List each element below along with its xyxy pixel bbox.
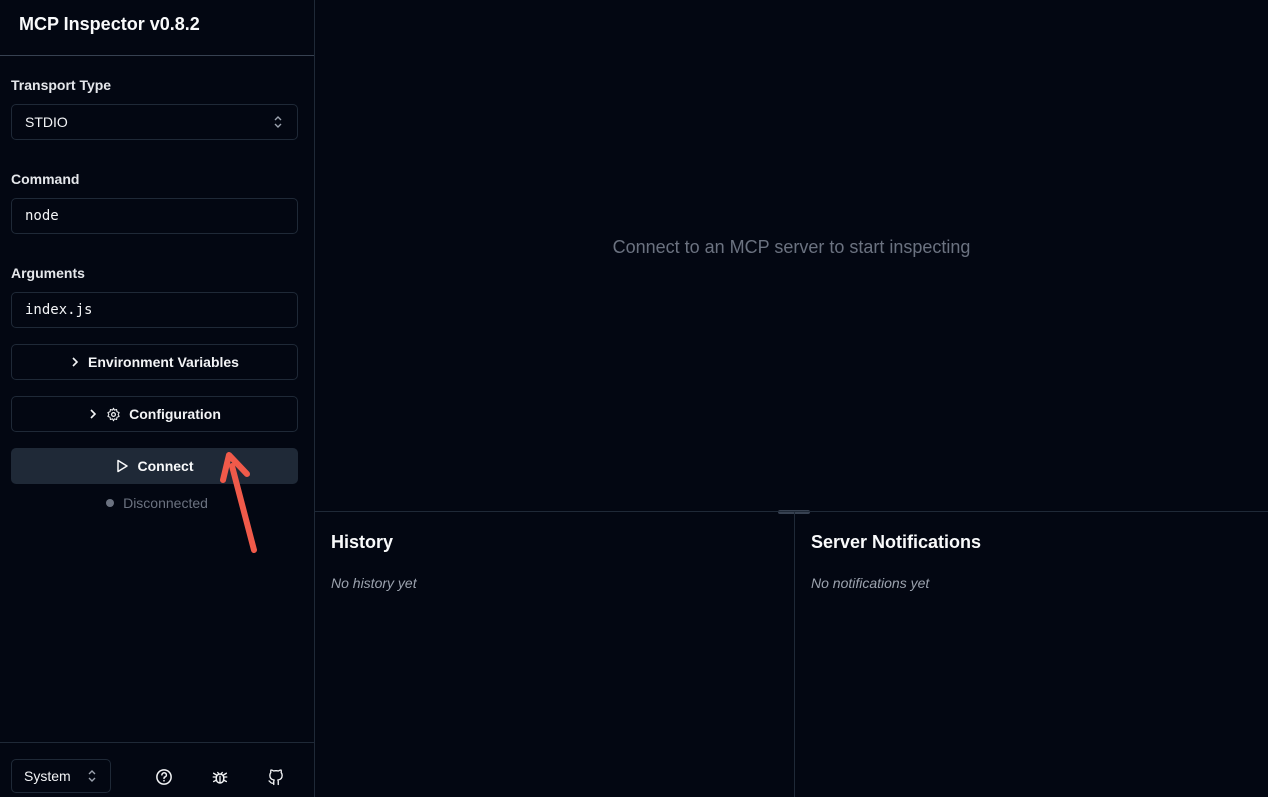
transport-type-select[interactable]: STDIO — [11, 104, 298, 140]
connection-form: Transport Type STDIO Command node Argume… — [0, 56, 314, 511]
command-label: Command — [11, 171, 80, 187]
footer-icon-bar — [155, 768, 285, 786]
environment-variables-button[interactable]: Environment Variables — [11, 344, 298, 380]
bottom-panels: History No history yet Server Notificati… — [315, 511, 1268, 797]
gear-icon — [107, 407, 120, 421]
configuration-label: Configuration — [129, 406, 221, 422]
play-icon — [116, 459, 128, 473]
configuration-button[interactable]: Configuration — [11, 396, 298, 432]
command-input[interactable]: node — [11, 198, 298, 234]
arguments-input[interactable]: index.js — [11, 292, 298, 328]
help-circle-icon[interactable] — [155, 768, 173, 786]
empty-state-message: Connect to an MCP server to start inspec… — [612, 236, 971, 257]
history-title: History — [331, 532, 394, 552]
transport-type-label: Transport Type — [11, 77, 112, 93]
connect-label: Connect — [137, 458, 194, 474]
app-title: MCP Inspector v0.8.2 — [19, 14, 200, 34]
status-text: Disconnected — [123, 495, 208, 511]
chevron-right-icon — [90, 409, 97, 419]
connection-status: Disconnected — [11, 495, 303, 511]
github-icon[interactable] — [267, 768, 285, 786]
bug-icon[interactable] — [211, 768, 229, 786]
sidebar: MCP Inspector v0.8.2 Transport Type STDI… — [0, 0, 315, 797]
sidebar-header: MCP Inspector v0.8.2 — [0, 0, 314, 56]
environment-variables-label: Environment Variables — [88, 354, 239, 370]
server-notifications-panel: Server Notifications No notifications ye… — [795, 512, 1268, 797]
theme-select[interactable]: System — [11, 759, 111, 793]
command-value: node — [25, 208, 59, 224]
chevrons-up-down-icon — [274, 116, 282, 128]
sidebar-footer: System — [0, 742, 314, 797]
arguments-label: Arguments — [11, 265, 85, 281]
chevron-right-icon — [72, 357, 79, 367]
transport-type-value: STDIO — [25, 114, 68, 130]
theme-value: System — [24, 768, 71, 784]
main-area: Connect to an MCP server to start inspec… — [315, 0, 1268, 797]
inspector-content: Connect to an MCP server to start inspec… — [315, 0, 1268, 512]
status-dot — [106, 499, 115, 507]
notifications-empty-text: No notifications yet — [811, 575, 930, 591]
history-panel: History No history yet — [315, 512, 795, 797]
chevrons-up-down-icon — [88, 770, 96, 782]
app-window: MCP Inspector v0.8.2 Transport Type STDI… — [0, 0, 1268, 797]
server-notifications-title: Server Notifications — [811, 532, 982, 552]
connect-button[interactable]: Connect — [11, 448, 298, 484]
history-empty-text: No history yet — [331, 575, 417, 591]
arguments-value: index.js — [25, 302, 93, 318]
